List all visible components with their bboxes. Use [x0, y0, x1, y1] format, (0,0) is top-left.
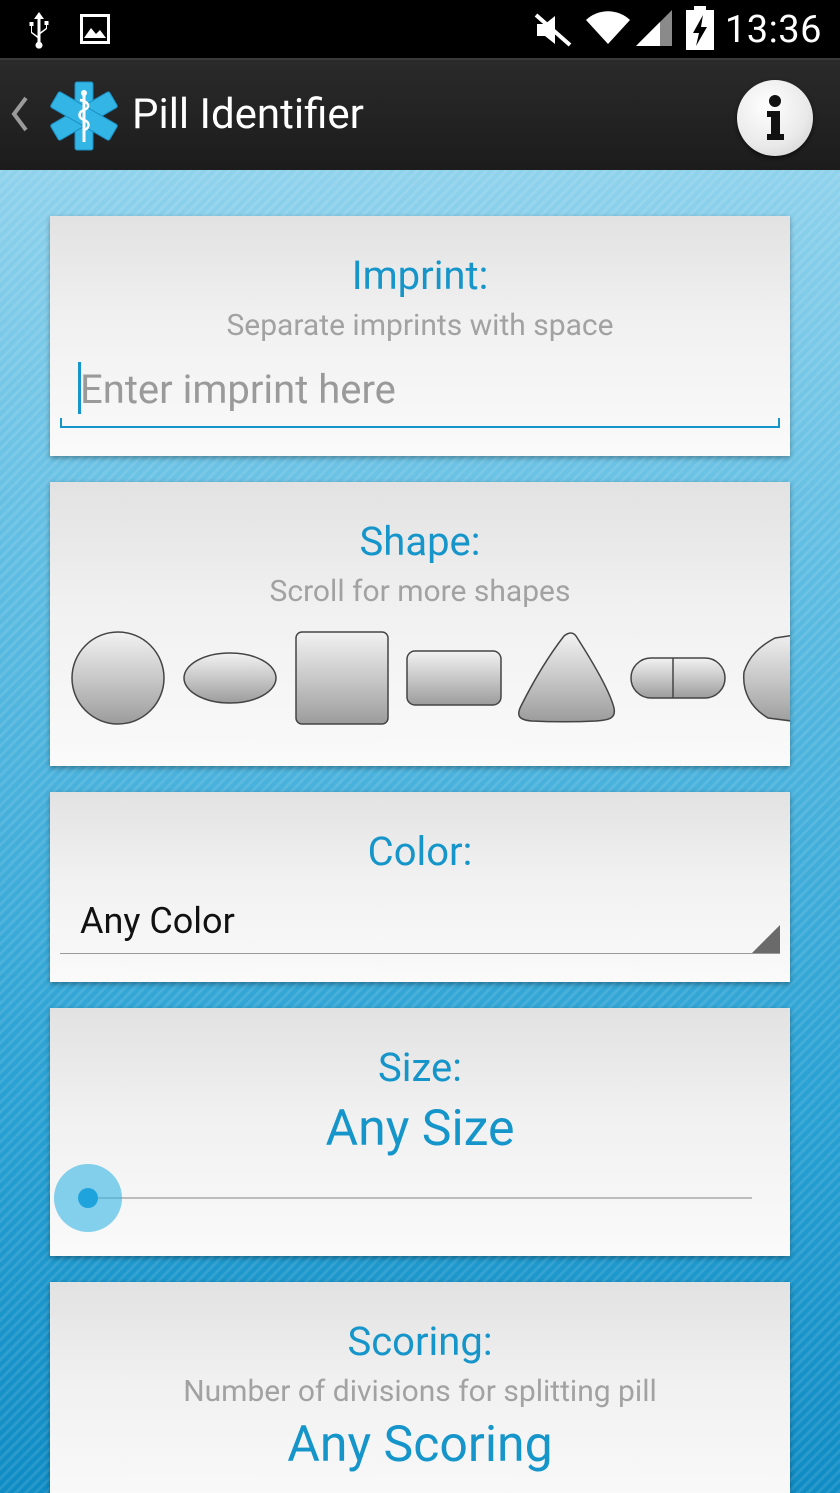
- imprint-title: Imprint:: [351, 252, 489, 299]
- status-bar: 13:36: [0, 0, 840, 58]
- size-value: Any Size: [325, 1100, 515, 1158]
- color-selected-value: Any Color: [80, 900, 235, 942]
- size-slider[interactable]: [50, 1158, 790, 1238]
- signal-icon: [636, 10, 672, 46]
- status-time: 13:36: [724, 8, 822, 52]
- scoring-value: Any Scoring: [287, 1416, 553, 1474]
- shape-title: Shape:: [359, 518, 481, 565]
- imprint-card: Imprint: Separate imprints with space: [50, 216, 790, 456]
- shape-subtitle: Scroll for more shapes: [269, 574, 571, 609]
- usb-icon: [29, 12, 49, 49]
- image-icon: [80, 14, 110, 44]
- color-card: Color: Any Color: [50, 792, 790, 982]
- mute-icon: [534, 13, 572, 47]
- size-title: Size:: [378, 1044, 462, 1091]
- battery-charging-icon: [686, 6, 714, 50]
- shape-card: Shape: Scroll for more shapes: [50, 482, 790, 766]
- shape-rectangle-icon[interactable]: [406, 650, 502, 706]
- color-title: Color:: [367, 828, 473, 875]
- wifi-icon: [586, 11, 630, 44]
- star-of-life-icon[interactable]: [50, 80, 118, 152]
- shape-triangle-icon[interactable]: [518, 632, 616, 723]
- color-spinner[interactable]: Any Color: [60, 892, 780, 954]
- shape-square-icon[interactable]: [295, 631, 389, 725]
- imprint-input[interactable]: [80, 358, 770, 420]
- size-card: Size: Any Size: [50, 1008, 790, 1256]
- imprint-field[interactable]: [60, 358, 780, 428]
- slider-track: [88, 1197, 752, 1199]
- shape-round-icon[interactable]: [71, 631, 165, 725]
- shape-capsule-icon[interactable]: [630, 657, 726, 699]
- action-bar: Pill Identifier: [0, 58, 840, 170]
- shape-strip[interactable]: [70, 630, 790, 730]
- imprint-underline: [60, 418, 780, 428]
- info-icon: [767, 95, 784, 140]
- text-cursor: [78, 362, 81, 414]
- dropdown-corner-icon: [752, 925, 780, 953]
- app-title: Pill Identifier: [132, 90, 364, 139]
- scoring-card[interactable]: Scoring: Number of divisions for splitti…: [50, 1282, 790, 1493]
- shape-oval-icon[interactable]: [183, 652, 277, 704]
- shape-pentagon-icon[interactable]: [743, 632, 790, 724]
- imprint-subtitle: Separate imprints with space: [226, 308, 614, 343]
- slider-thumb[interactable]: [78, 1188, 98, 1208]
- scoring-subtitle: Number of divisions for splitting pill: [183, 1374, 657, 1409]
- chevron-left-icon[interactable]: [8, 94, 30, 134]
- info-button[interactable]: [737, 80, 813, 156]
- scoring-title: Scoring:: [347, 1318, 493, 1365]
